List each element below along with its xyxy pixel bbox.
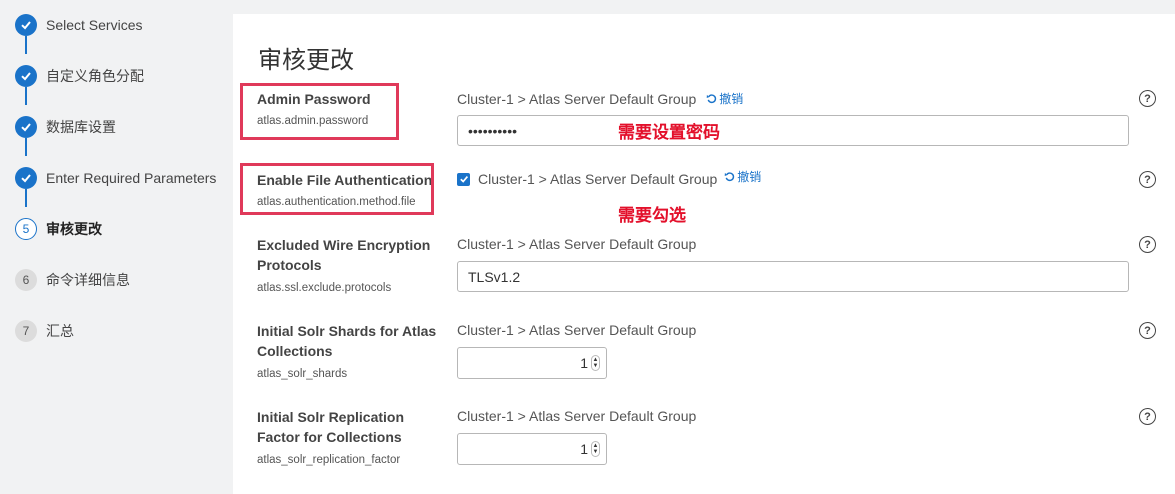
solr-replication-stepper[interactable]: 1 ▲ ▼ xyxy=(457,433,607,465)
step-connector xyxy=(25,189,27,207)
step-number: 7 xyxy=(15,320,37,342)
step-connector xyxy=(25,87,27,105)
param-scope: Cluster-1 > Atlas Server Default Group 撤… xyxy=(457,168,761,187)
param-name: Initial Solr Replication Factor for Coll… xyxy=(257,409,405,445)
param-scope: Cluster-1 > Atlas Server Default Group xyxy=(457,408,696,424)
help-icon[interactable]: ? xyxy=(1139,322,1156,339)
step-review-changes[interactable]: 5 审核更改 xyxy=(15,218,102,240)
step-summary: 7 汇总 xyxy=(15,320,74,342)
param-scope: Cluster-1 > Atlas Server Default Group 撤… xyxy=(457,90,743,107)
help-icon[interactable]: ? xyxy=(1139,171,1156,188)
step-label: Enter Required Parameters xyxy=(46,170,217,186)
check-icon xyxy=(15,116,37,138)
param-scope: Cluster-1 > Atlas Server Default Group xyxy=(457,322,696,338)
undo-link[interactable]: 撤销 xyxy=(706,90,743,107)
stepper-value: 1 xyxy=(580,441,588,457)
step-select-services[interactable]: Select Services xyxy=(15,14,142,36)
param-key: atlas_solr_replication_factor xyxy=(257,454,401,466)
step-label: 汇总 xyxy=(46,323,74,339)
spinner-icon[interactable]: ▲ ▼ xyxy=(591,441,600,457)
step-connector xyxy=(25,36,27,54)
param-key: atlas_solr_shards xyxy=(257,368,348,380)
scope-label: Cluster-1 > Atlas Server Default Group xyxy=(457,322,697,338)
review-changes-panel: 审核更改 Admin Password atlas.admin.password… xyxy=(233,14,1175,494)
admin-password-input[interactable] xyxy=(457,115,1129,146)
check-icon xyxy=(15,65,37,87)
step-required-parameters[interactable]: Enter Required Parameters xyxy=(15,167,216,189)
step-number: 5 xyxy=(15,218,37,240)
step-label: 自定义角色分配 xyxy=(46,68,144,84)
param-name: Initial Solr Shards for Atlas Collection… xyxy=(257,323,437,359)
scope-label: Cluster-1 > Atlas Server Default Group xyxy=(457,236,697,252)
step-label: Select Services xyxy=(46,17,143,33)
param-name: Excluded Wire Encryption Protocols xyxy=(257,237,431,273)
undo-label: 撤销 xyxy=(719,92,744,106)
scope-label: Cluster-1 > Atlas Server Default Group xyxy=(478,171,718,187)
param-scope: Cluster-1 > Atlas Server Default Group xyxy=(457,236,696,252)
scope-label: Cluster-1 > Atlas Server Default Group xyxy=(457,90,697,107)
step-label: 审核更改 xyxy=(46,221,102,237)
undo-label: 撤销 xyxy=(737,169,762,184)
enable-file-auth-checkbox[interactable] xyxy=(457,172,470,186)
undo-link[interactable]: 撤销 xyxy=(724,168,761,185)
step-connector xyxy=(25,138,27,156)
password-annotation: 需要设置密码 xyxy=(618,123,720,143)
highlight-box xyxy=(240,83,399,140)
highlight-box xyxy=(240,163,434,215)
spinner-icon[interactable]: ▲ ▼ xyxy=(591,355,600,371)
step-label: 数据库设置 xyxy=(46,119,116,135)
undo-icon xyxy=(725,171,735,181)
undo-icon xyxy=(707,94,717,104)
step-number: 6 xyxy=(15,269,37,291)
param-key: atlas.ssl.exclude.protocols xyxy=(257,282,392,294)
help-icon[interactable]: ? xyxy=(1139,408,1156,425)
excluded-protocols-input[interactable] xyxy=(457,261,1129,292)
solr-shards-stepper[interactable]: 1 ▲ ▼ xyxy=(457,347,607,379)
step-database-setup[interactable]: 数据库设置 xyxy=(15,116,116,138)
checkbox-annotation: 需要勾选 xyxy=(618,206,686,226)
wizard-sidebar: Select Services 自定义角色分配 数据库设置 Enter Requ… xyxy=(0,0,233,494)
page-title: 审核更改 xyxy=(258,47,354,74)
scope-label: Cluster-1 > Atlas Server Default Group xyxy=(457,408,697,424)
step-command-details: 6 命令详细信息 xyxy=(15,269,130,291)
stepper-value: 1 xyxy=(580,355,588,371)
check-icon xyxy=(15,167,37,189)
step-label: 命令详细信息 xyxy=(46,272,130,288)
help-icon[interactable]: ? xyxy=(1139,236,1156,253)
help-icon[interactable]: ? xyxy=(1139,90,1156,107)
check-icon xyxy=(15,14,37,36)
step-role-assignment[interactable]: 自定义角色分配 xyxy=(15,65,144,87)
